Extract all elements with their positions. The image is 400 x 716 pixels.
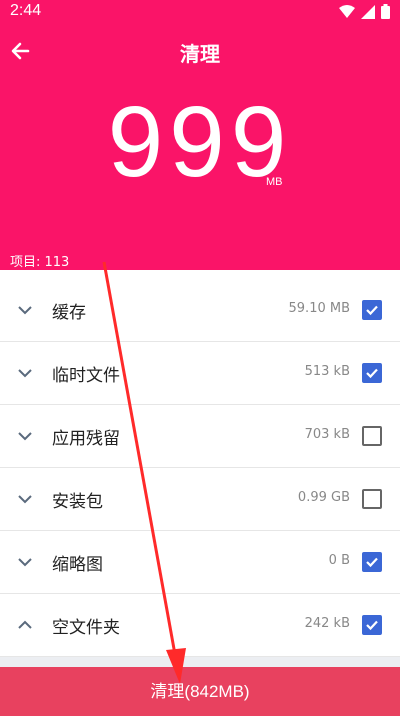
- category-size: 513 kB: [304, 364, 350, 379]
- category-size: 0 B: [328, 553, 350, 568]
- category-size: 703 kB: [304, 427, 350, 442]
- category-checkbox[interactable]: [362, 552, 382, 572]
- category-size: 242 kB: [304, 616, 350, 631]
- header: 2:44 清理 999 MB 项目: 113: [0, 0, 400, 270]
- category-row-empty-folders[interactable]: 空文件夹 242 kB: [0, 594, 400, 657]
- category-row-cache[interactable]: 缓存 59.10 MB: [0, 279, 400, 342]
- chevron-down-icon[interactable]: [16, 427, 34, 445]
- category-checkbox[interactable]: [362, 426, 382, 446]
- signal-icon: [361, 4, 375, 19]
- status-bar: 2:44: [0, 0, 400, 24]
- chevron-up-icon[interactable]: [16, 616, 34, 634]
- category-label: 应用残留: [52, 429, 120, 449]
- chevron-down-icon[interactable]: [16, 553, 34, 571]
- category-row-app-residue[interactable]: 应用残留 703 kB: [0, 405, 400, 468]
- clean-button[interactable]: 清理(842MB): [0, 667, 400, 716]
- category-row-thumbnails[interactable]: 缩略图 0 B: [0, 531, 400, 594]
- category-checkbox[interactable]: [362, 363, 382, 383]
- category-size: 0.99 GB: [297, 490, 350, 505]
- junk-size-unit: MB: [266, 176, 283, 188]
- category-checkbox[interactable]: [362, 489, 382, 509]
- chevron-down-icon[interactable]: [16, 301, 34, 319]
- list-bottom-spacer: [0, 657, 400, 667]
- chevron-down-icon[interactable]: [16, 364, 34, 382]
- category-label: 安装包: [52, 492, 103, 512]
- status-icons: [339, 4, 390, 19]
- category-label: 临时文件: [52, 366, 120, 386]
- battery-icon: [381, 4, 390, 19]
- wifi-icon: [339, 4, 355, 18]
- category-size: 59.10 MB: [288, 301, 350, 316]
- status-time: 2:44: [10, 2, 42, 19]
- cleanup-category-list: 缓存 59.10 MB 临时文件 513 kB 应用残留 703 kB 安装包 …: [0, 279, 400, 657]
- category-label: 空文件夹: [52, 618, 120, 638]
- category-checkbox[interactable]: [362, 615, 382, 635]
- category-row-install-packages[interactable]: 安装包 0.99 GB: [0, 468, 400, 531]
- category-checkbox[interactable]: [362, 300, 382, 320]
- items-count: 项目: 113: [10, 255, 70, 270]
- category-label: 缩略图: [52, 555, 103, 575]
- chevron-down-icon[interactable]: [16, 490, 34, 508]
- junk-size-value: 999: [107, 86, 293, 198]
- category-row-temp-files[interactable]: 临时文件 513 kB: [0, 342, 400, 405]
- category-label: 缓存: [52, 303, 86, 323]
- page-title: 清理: [180, 42, 220, 66]
